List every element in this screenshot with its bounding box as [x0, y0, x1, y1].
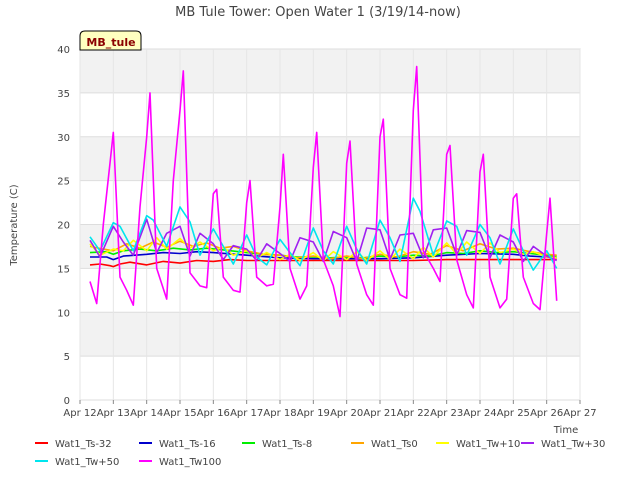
- background-band: [80, 136, 580, 181]
- legend-entry: Wat1_Tw+50: [35, 457, 119, 468]
- x-tick-label: Apr 23: [430, 408, 463, 419]
- legend-entry: Wat1_Ts-32: [35, 439, 112, 450]
- y-tick-label: 10: [57, 308, 70, 319]
- station-label-box: MB_tule: [79, 30, 142, 51]
- y-tick-label: 0: [64, 396, 70, 407]
- legend-label: Wat1_Tw+30: [541, 439, 605, 450]
- temperature-chart: MB Tule Tower: Open Water 1 (3/19/14-now…: [9, 5, 605, 468]
- legend-entry: Wat1_Ts-8: [242, 439, 312, 450]
- x-axis-label: Time: [553, 425, 578, 436]
- x-tick-label: Apr 14: [130, 408, 163, 419]
- x-tick-label: Apr 18: [263, 408, 296, 419]
- y-tick-label: 5: [64, 352, 70, 363]
- x-tick-label: Apr 13: [97, 408, 130, 419]
- y-axis-label: Temperature (C): [9, 184, 20, 266]
- x-tick-label: Apr 12: [63, 408, 96, 419]
- x-tick-label: Apr 20: [330, 408, 363, 419]
- y-tick-label: 25: [57, 177, 70, 188]
- legend-label: Wat1_Tw+50: [55, 457, 119, 468]
- y-tick-label: 40: [57, 45, 70, 56]
- y-tick-label: 30: [57, 133, 70, 144]
- plot-background-bands: [80, 49, 580, 357]
- series-layer: [89, 65, 558, 318]
- x-tick-label: Apr 21: [363, 408, 396, 419]
- legend-label: Wat1_Tw100: [159, 457, 221, 468]
- x-tick-label: Apr 19: [297, 408, 330, 419]
- legend-label: Wat1_Ts0: [371, 439, 418, 450]
- y-tick-label: 20: [57, 221, 70, 232]
- y-tick-label: 15: [57, 264, 70, 275]
- y-tick-label: 35: [57, 89, 70, 100]
- x-tick-label: Apr 24: [463, 408, 496, 419]
- x-tick-label: Apr 17: [230, 408, 263, 419]
- background-band: [80, 49, 580, 93]
- legend-entry: Wat1_Tw+10: [436, 439, 520, 450]
- legend-label: Wat1_Tw+10: [456, 439, 520, 450]
- chart-title: MB Tule Tower: Open Water 1 (3/19/14-now…: [175, 5, 461, 20]
- legend-entry: Wat1_Tw+30: [521, 439, 605, 450]
- legend: Wat1_Ts-32 Wat1_Ts-16 Wat1_Ts-8 Wat1_Ts0 Wat…: [35, 439, 605, 468]
- x-tick-label: Apr 22: [397, 408, 430, 419]
- legend-entry: Wat1_Tw100: [139, 457, 221, 468]
- x-tick-label: Apr 16: [197, 408, 230, 419]
- legend-entry: Wat1_Ts0: [351, 439, 418, 450]
- station-label: MB_tule: [86, 36, 135, 49]
- x-tick-label: Apr 26: [530, 408, 563, 419]
- legend-entry: Wat1_Ts-16: [139, 439, 216, 450]
- y-axis-ticks: 0 5 10 15 20 25 30 35 40: [57, 45, 70, 407]
- legend-label: Wat1_Ts-16: [159, 439, 216, 450]
- x-tick-label: Apr 27: [563, 408, 596, 419]
- series-line-Wat1_Tw100: [89, 65, 558, 318]
- background-band: [80, 312, 580, 357]
- legend-label: Wat1_Ts-32: [55, 439, 112, 450]
- x-tick-label: Apr 15: [163, 408, 196, 419]
- x-axis-ticks: Apr 12 Apr 13 Apr 14 Apr 15 Apr 16 Apr 17 Apr …: [63, 400, 597, 419]
- x-tick-label: Apr 25: [497, 408, 530, 419]
- legend-label: Wat1_Ts-8: [262, 439, 312, 450]
